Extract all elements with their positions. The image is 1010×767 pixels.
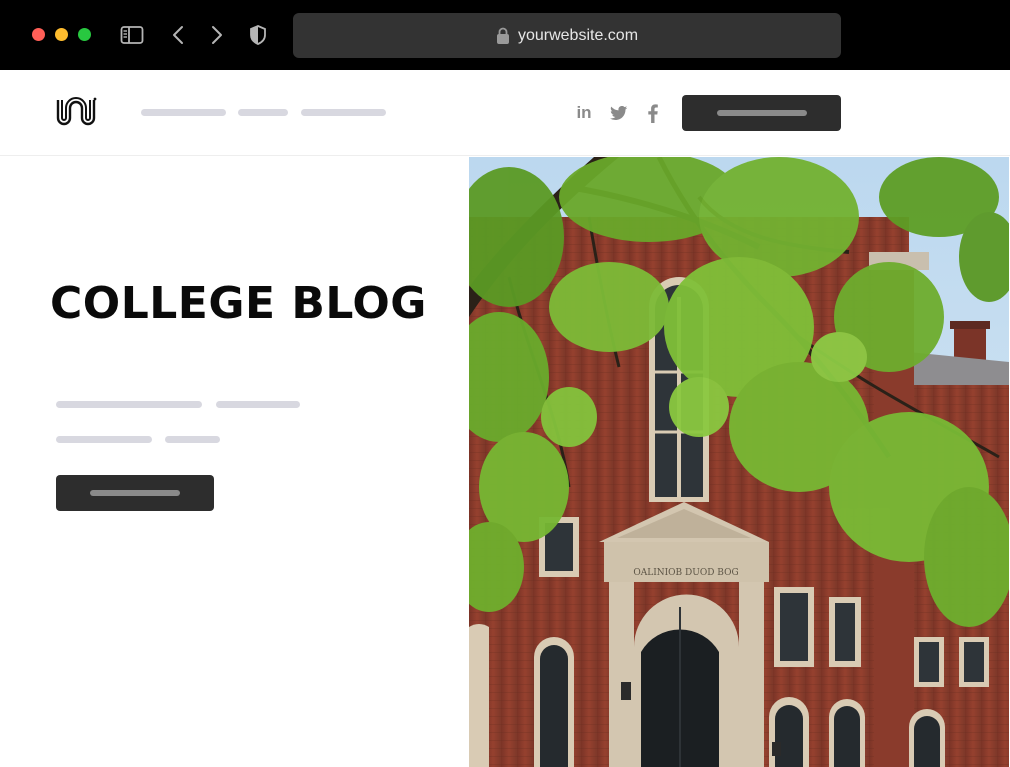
entrance-inscription: OALINIOB DUOD BOG [633,568,738,578]
college-building-photo: OALINIOB DUOD BOG [469,157,1009,767]
nav-link-placeholder[interactable] [141,109,226,116]
nav-link-placeholder[interactable] [301,109,386,116]
button-label-placeholder [90,490,180,496]
text-placeholder-line [56,401,202,408]
header-cta-button[interactable] [682,95,841,131]
text-placeholder-line [165,436,220,443]
site-header: in [0,70,1010,156]
nav-link-placeholder[interactable] [238,109,288,116]
twitter-icon[interactable] [609,102,629,124]
lock-icon [496,27,510,44]
maximize-window-button[interactable] [78,28,91,41]
back-arrow-icon[interactable] [168,22,188,48]
browser-toolbar: yourwebsite.com [0,0,1010,70]
page-title: COLLEGE BLOG [50,278,427,329]
facebook-icon[interactable] [643,102,663,124]
close-window-button[interactable] [32,28,45,41]
url-text: yourwebsite.com [517,26,639,44]
logo-icon[interactable] [54,96,98,130]
button-label-placeholder [716,110,807,116]
shield-icon[interactable] [248,22,268,48]
address-bar[interactable]: yourwebsite.com [293,13,841,58]
forward-arrow-icon[interactable] [207,22,227,48]
text-placeholder-line [216,401,300,408]
sidebar-icon[interactable] [119,22,145,48]
text-placeholder-line [56,436,152,443]
minimize-window-button[interactable] [55,28,68,41]
hero-cta-button[interactable] [56,475,214,511]
linkedin-icon[interactable]: in [573,102,595,124]
